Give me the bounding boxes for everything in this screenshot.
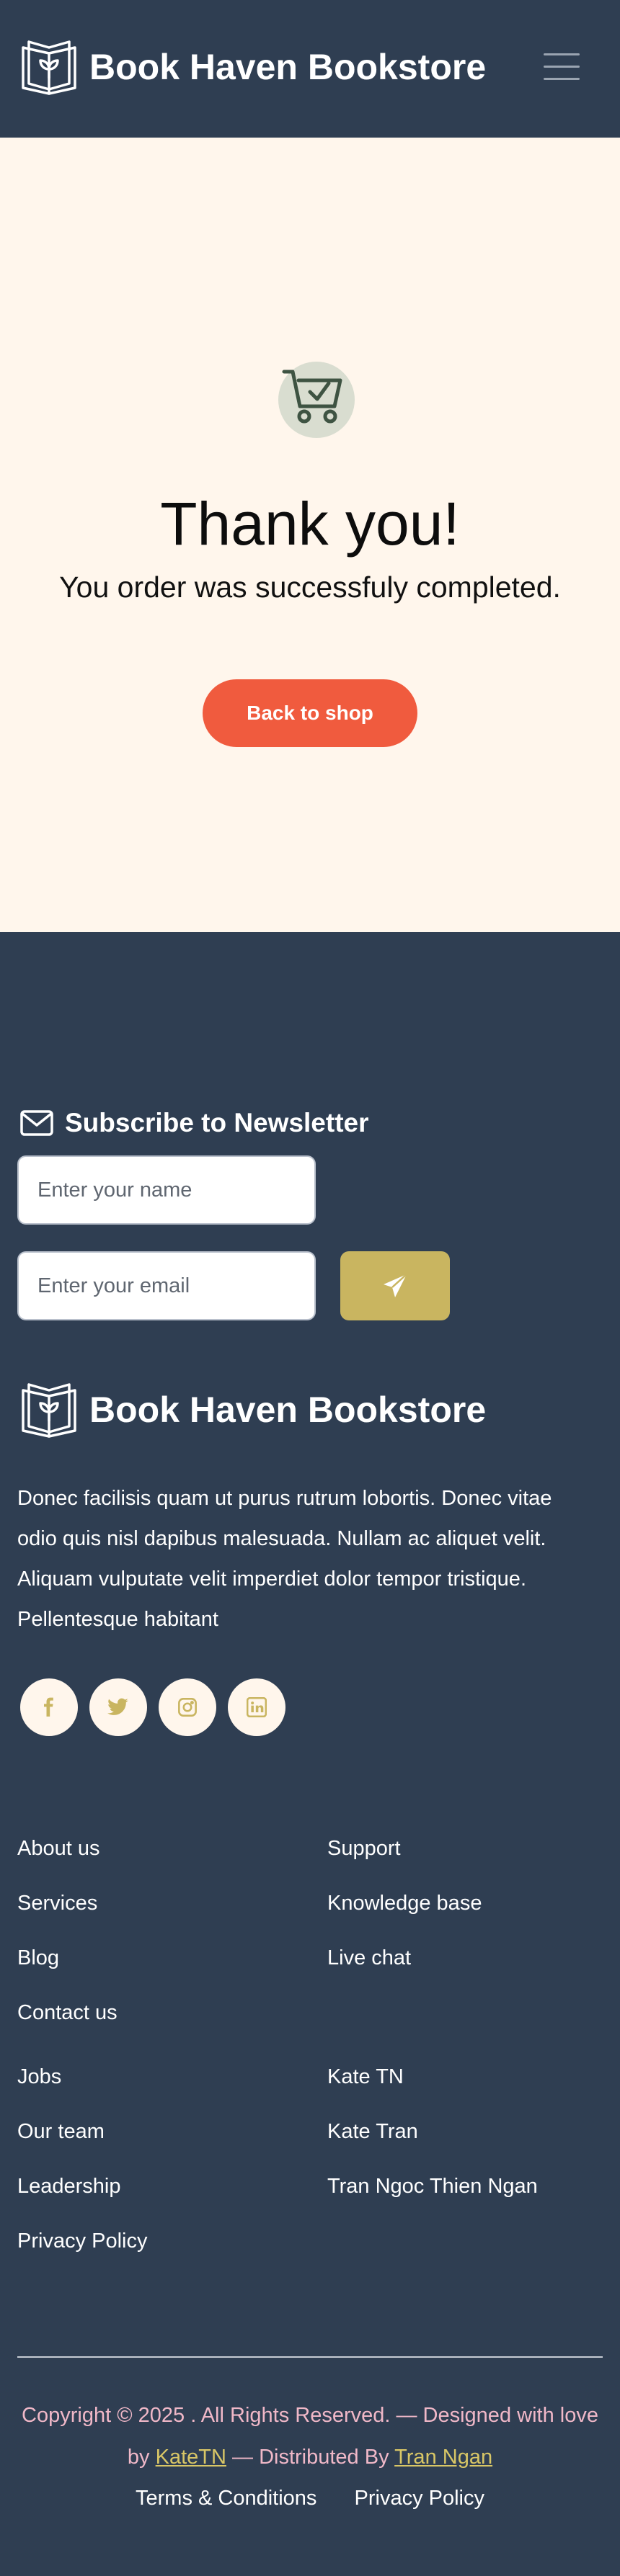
footer-link-support[interactable]: Support	[327, 1837, 401, 1861]
footer-link-live-chat[interactable]: Live chat	[327, 1946, 411, 1970]
cart-check-icon	[282, 370, 342, 424]
footer-link-kate-tn[interactable]: Kate TN	[327, 2065, 404, 2089]
terms-link[interactable]: Terms & Conditions	[136, 2487, 316, 2510]
footer-link-about-us[interactable]: About us	[17, 1837, 99, 1861]
thank-you-heading: Thank you!	[160, 490, 460, 558]
footer-link-knowledge-base[interactable]: Knowledge base	[327, 1892, 482, 1915]
site-footer: Subscribe to Newsletter Book Haven Books…	[0, 932, 620, 2576]
footer-link-privacy-policy[interactable]: Privacy Policy	[17, 2230, 148, 2253]
footer-divider	[17, 2356, 603, 2358]
copyright: Copyright © 2025 . All Rights Reserved. …	[22, 2394, 598, 2478]
order-complete-section: Thank you! You order was successfuly com…	[0, 138, 620, 932]
legal-links: Terms & Conditions Privacy Policy	[0, 2487, 620, 2510]
footer-link-contact-us[interactable]: Contact us	[17, 2001, 118, 2025]
footer-link-blog[interactable]: Blog	[17, 1946, 59, 1970]
footer-link-our-team[interactable]: Our team	[17, 2120, 105, 2144]
distributed-text: — Distributed By	[232, 2446, 389, 2469]
back-to-shop-button[interactable]: Back to shop	[203, 679, 417, 747]
site-title: Book Haven Bookstore	[89, 47, 487, 87]
footer-links: About us Services Blog Contact us Suppor…	[0, 932, 620, 2576]
open-book-logo-icon	[22, 40, 76, 95]
footer-link-tran-ngoc-thien-ngan[interactable]: Tran Ngoc Thien Ngan	[327, 2175, 538, 2199]
order-success-message: You order was successfuly completed.	[59, 571, 561, 604]
footer-link-services[interactable]: Services	[17, 1892, 97, 1915]
distributor-link[interactable]: Tran Ngan	[394, 2446, 492, 2469]
footer-link-jobs[interactable]: Jobs	[17, 2065, 61, 2089]
site-header: Book Haven Bookstore	[0, 0, 620, 138]
footer-link-kate-tran[interactable]: Kate Tran	[327, 2120, 418, 2144]
designer-link[interactable]: KateTN	[156, 2446, 226, 2469]
brand[interactable]: Book Haven Bookstore	[19, 37, 486, 97]
privacy-link[interactable]: Privacy Policy	[355, 2487, 485, 2510]
hamburger-menu-icon[interactable]	[544, 53, 580, 82]
cart-badge	[278, 362, 355, 438]
footer-link-leadership[interactable]: Leadership	[17, 2175, 121, 2199]
